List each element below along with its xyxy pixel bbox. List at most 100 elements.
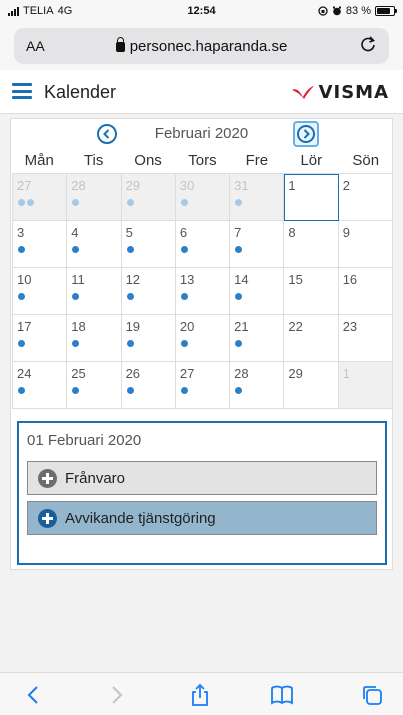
weekday-label: Sön — [352, 152, 380, 169]
event-dot — [235, 199, 243, 206]
calendar-day-cell[interactable]: 26 — [121, 362, 176, 409]
chevron-right-icon — [303, 129, 310, 139]
event-indicators — [180, 199, 188, 206]
day-number: 25 — [71, 366, 86, 381]
day-number: 23 — [342, 319, 358, 334]
weekday-label: Ons — [134, 152, 162, 169]
calendar-day-cell[interactable]: 1 — [284, 174, 339, 221]
calendar-day-cell[interactable]: 18 — [67, 315, 122, 362]
event-dot — [27, 199, 34, 206]
day-number: 27 — [179, 366, 195, 381]
event-indicators — [235, 340, 243, 347]
event-dot — [180, 340, 188, 347]
event-dot — [235, 340, 243, 347]
event-indicators — [235, 293, 243, 300]
calendar-day-cell[interactable]: 21 — [230, 315, 285, 362]
event-indicators — [18, 387, 25, 394]
tabs-icon[interactable] — [360, 683, 384, 707]
rotation-lock-icon — [318, 6, 328, 16]
calendar-day-cell[interactable]: 13 — [175, 268, 231, 315]
event-indicators — [18, 293, 25, 300]
event-dot — [18, 340, 25, 347]
event-dot — [180, 387, 188, 394]
event-dot — [126, 293, 134, 300]
event-dot — [18, 199, 25, 206]
calendar-day-cell[interactable]: 4 — [67, 221, 122, 268]
calendar-day-cell[interactable]: 27 — [13, 174, 68, 221]
day-number: 10 — [17, 272, 32, 287]
calendar-day-cell[interactable]: 14 — [230, 268, 285, 315]
calendar-day-cell[interactable]: 1 — [338, 362, 393, 409]
calendar-day-cell[interactable]: 9 — [338, 221, 393, 268]
reload-icon[interactable] — [357, 34, 379, 56]
calendar-day-cell[interactable]: 20 — [175, 315, 231, 362]
day-number: 21 — [234, 319, 249, 334]
back-icon[interactable] — [22, 683, 46, 707]
calendar-day-cell[interactable]: 7 — [230, 221, 285, 268]
calendar-day-cell[interactable]: 29 — [284, 362, 339, 409]
menu-icon[interactable] — [12, 83, 32, 99]
event-indicators — [126, 199, 134, 206]
calendar-day-cell[interactable]: 12 — [121, 268, 176, 315]
day-number: 14 — [234, 272, 249, 287]
forward-icon[interactable] — [104, 683, 128, 707]
event-dot — [126, 387, 134, 394]
event-indicators — [72, 199, 80, 206]
day-number: 15 — [288, 272, 303, 287]
calendar-day-cell[interactable]: 28 — [230, 362, 285, 409]
day-number: 17 — [17, 319, 32, 334]
add-deviating-service-button[interactable]: Avvikande tjänstgöring — [27, 501, 377, 535]
weekday-label: Tis — [83, 152, 104, 169]
next-month-button[interactable] — [293, 121, 319, 147]
weekday-label: Lör — [300, 152, 323, 169]
calendar-day-cell[interactable]: 3 — [13, 221, 68, 268]
event-indicators — [72, 246, 80, 253]
calendar-day-cell[interactable]: 22 — [284, 315, 339, 362]
day-number: 13 — [179, 272, 195, 287]
event-dot — [18, 293, 25, 300]
day-number: 29 — [125, 178, 141, 193]
calendar-day-cell[interactable]: 2 — [338, 174, 393, 221]
calendar-day-cell[interactable]: 10 — [13, 268, 68, 315]
calendar-day-cell[interactable]: 17 — [13, 315, 68, 362]
add-absence-button[interactable]: Frånvaro — [27, 461, 377, 495]
weekday-label: Fre — [245, 152, 269, 169]
calendar-day-cell[interactable]: 5 — [121, 221, 176, 268]
calendar-day-cell[interactable]: 23 — [338, 315, 393, 362]
event-dot — [72, 246, 80, 253]
url-field[interactable]: personec.haparanda.se — [14, 37, 389, 55]
calendar-day-cell[interactable]: 19 — [121, 315, 176, 362]
calendar-day-cell[interactable]: 30 — [175, 174, 231, 221]
event-indicators — [126, 340, 134, 347]
battery-percent: 83 % — [345, 5, 371, 17]
calendar-day-cell[interactable]: 11 — [67, 268, 122, 315]
event-indicators — [180, 246, 188, 253]
event-indicators — [180, 387, 188, 394]
share-icon[interactable] — [188, 683, 212, 707]
event-dot — [180, 199, 188, 206]
calendar-day-cell[interactable]: 8 — [284, 221, 339, 268]
weekday-label: Mån — [24, 152, 54, 169]
calendar-day-cell[interactable]: 31 — [230, 174, 285, 221]
address-bar[interactable]: AA personec.haparanda.se — [14, 28, 389, 64]
day-number: 1 — [342, 366, 350, 381]
calendar-day-cell[interactable]: 24 — [13, 362, 68, 409]
bookmarks-icon[interactable] — [270, 683, 294, 707]
calendar-day-cell[interactable]: 27 — [175, 362, 231, 409]
logo-text: VISMA — [318, 81, 389, 103]
day-number: 5 — [125, 225, 133, 240]
calendar-grid: 27 28 29 30 31 1 2 3 4 5 6 7 8 9 10 11 12 13 14 15 16 17 18 19 2… — [12, 173, 393, 409]
browser-toolbar — [0, 672, 403, 715]
day-number: 24 — [17, 366, 32, 381]
event-indicators — [180, 293, 188, 300]
calendar-day-cell[interactable]: 6 — [175, 221, 231, 268]
calendar-day-cell[interactable]: 29 — [121, 174, 176, 221]
calendar-day-cell[interactable]: 15 — [284, 268, 339, 315]
calendar-day-cell[interactable]: 28 — [67, 174, 122, 221]
day-number: 1 — [288, 178, 296, 193]
weekday-label: Tors — [188, 152, 217, 169]
calendar-day-cell[interactable]: 25 — [67, 362, 122, 409]
calendar-day-cell[interactable]: 16 — [338, 268, 393, 315]
event-dot — [18, 387, 25, 394]
day-number: 28 — [234, 366, 249, 381]
